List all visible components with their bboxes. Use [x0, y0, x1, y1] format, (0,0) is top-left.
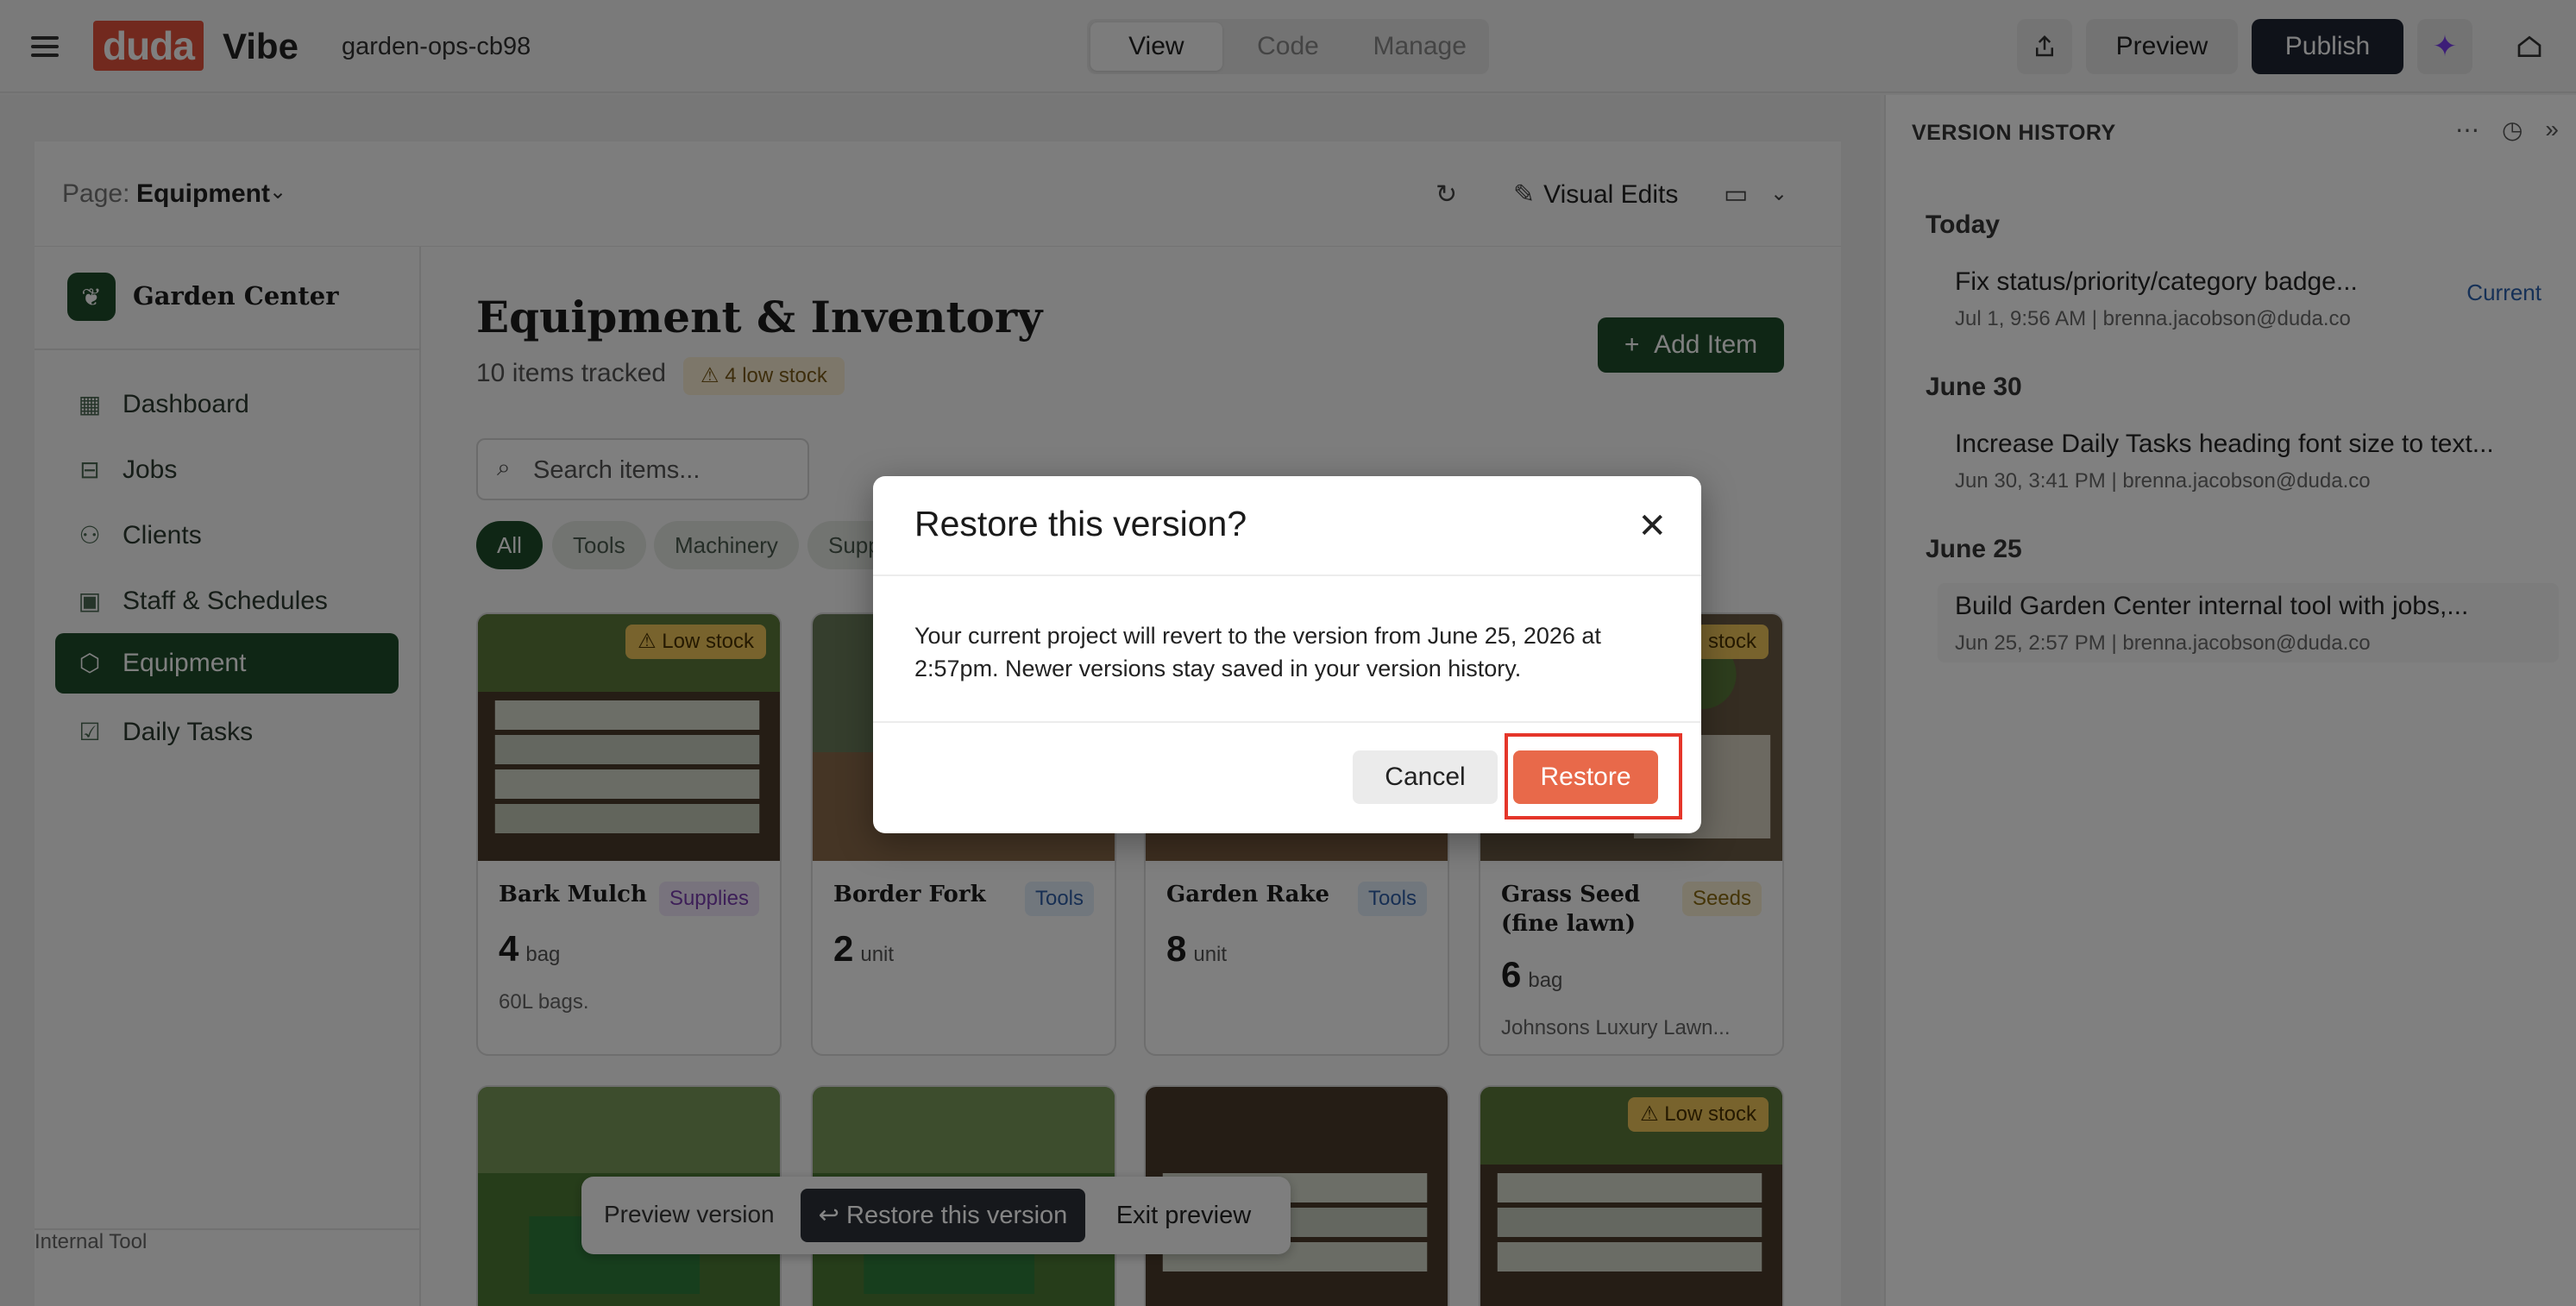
version-title: Increase Daily Tasks heading font size t…: [1955, 430, 2494, 458]
restore-label: Restore this version: [846, 1202, 1068, 1229]
collapse-icon[interactable]: »: [2545, 116, 2559, 144]
preview-version-label: Preview version: [604, 1201, 775, 1228]
history-icon[interactable]: ◷: [2502, 116, 2523, 144]
restore-this-version-button[interactable]: ↩ Restore this version: [801, 1189, 1085, 1242]
undo-icon: ↩: [818, 1202, 847, 1229]
version-meta: Jun 25, 2:57 PM | brenna.jacobson@duda.c…: [1955, 631, 2371, 655]
exit-preview-button[interactable]: Exit preview: [1097, 1189, 1270, 1242]
version-entry-selected[interactable]: Build Garden Center internal tool with j…: [1938, 583, 2559, 662]
version-meta: Jul 1, 9:56 AM | brenna.jacobson@duda.co: [1955, 307, 2351, 330]
version-history-panel: VERSION HISTORY ⋯ ◷ » Today Fix status/p…: [1884, 95, 2576, 1306]
cancel-button[interactable]: Cancel: [1353, 750, 1498, 804]
dialog-message: Your current project will revert to the …: [914, 623, 1601, 681]
version-history-title: VERSION HISTORY: [1912, 121, 2116, 145]
version-day: Today: [1926, 210, 2001, 239]
panel-actions: ⋯ ◷ »: [2455, 116, 2559, 144]
divider: [873, 721, 1701, 723]
version-entry[interactable]: Increase Daily Tasks heading font size t…: [1938, 421, 2559, 500]
close-icon[interactable]: ✕: [1637, 507, 1667, 545]
version-day: June 30: [1926, 373, 2022, 401]
version-entry[interactable]: Fix status/priority/category badge... Ju…: [1938, 259, 2559, 338]
restore-highlight: [1505, 733, 1682, 819]
version-day: June 25: [1926, 535, 2022, 563]
current-badge: Current: [2466, 279, 2541, 305]
version-meta: Jun 30, 3:41 PM | brenna.jacobson@duda.c…: [1955, 469, 2371, 493]
more-icon[interactable]: ⋯: [2455, 116, 2479, 144]
preview-action-bar: Preview version ↩ Restore this version E…: [581, 1177, 1291, 1254]
version-title: Build Garden Center internal tool with j…: [1955, 592, 2469, 620]
restore-dialog: Restore this version? ✕ Your current pro…: [873, 476, 1701, 833]
divider: [873, 575, 1701, 576]
dialog-title: Restore this version?: [914, 504, 1247, 543]
version-title: Fix status/priority/category badge...: [1955, 267, 2358, 296]
